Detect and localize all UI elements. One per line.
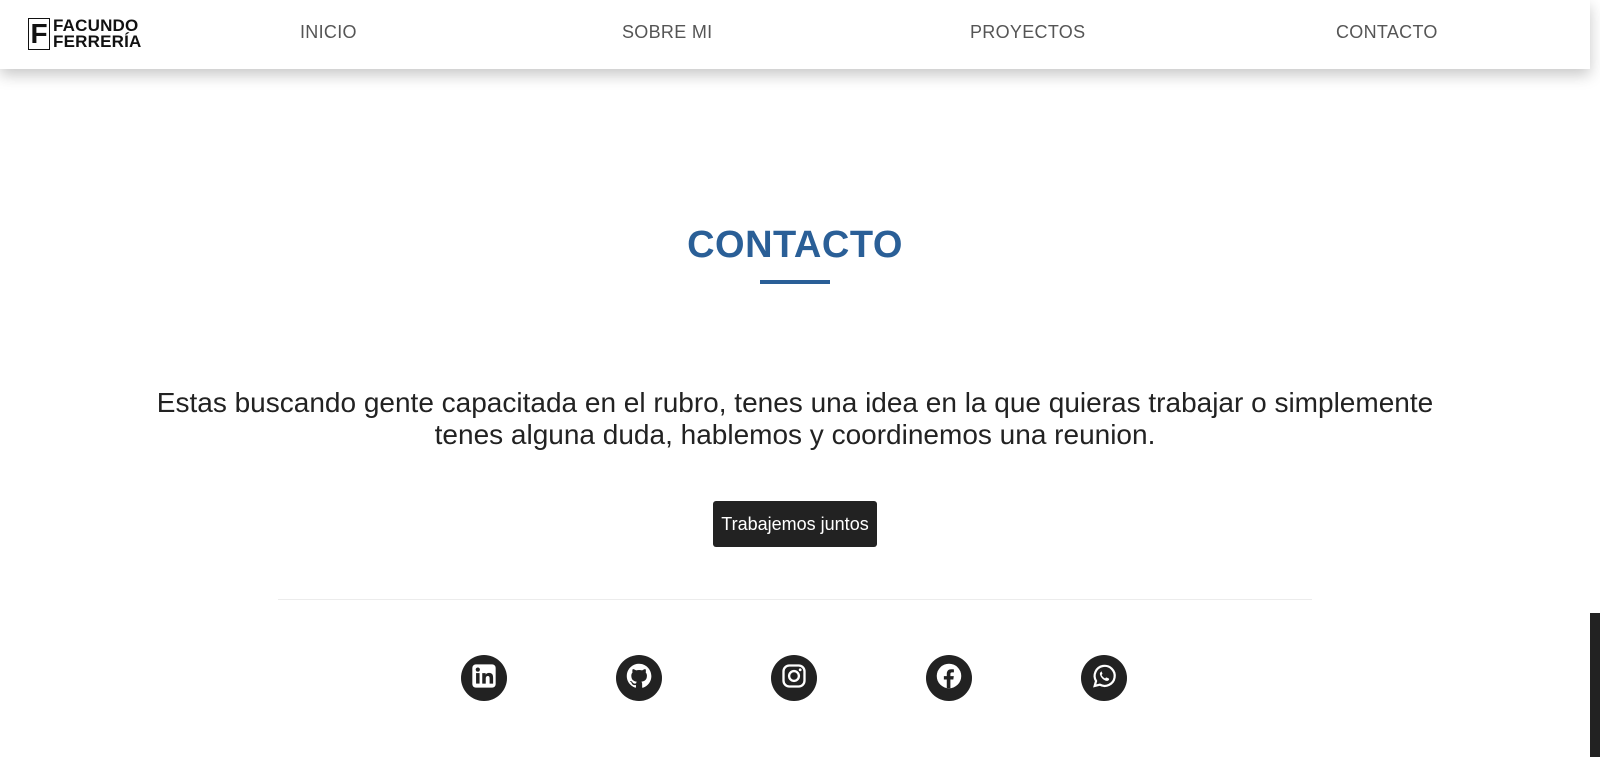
contact-intro-text: Estas buscando gente capacitada en el ru… <box>156 387 1434 450</box>
work-together-button[interactable]: Trabajemos juntos <box>713 501 877 547</box>
github-icon <box>625 662 653 695</box>
nav-item-proyectos[interactable]: PROYECTOS <box>970 22 1085 43</box>
instagram-link[interactable] <box>771 655 817 701</box>
contact-section: CONTACTO Estas buscando gente capacitada… <box>0 69 1590 757</box>
logo-mark: F <box>28 18 50 50</box>
facebook-icon <box>935 662 963 695</box>
whatsapp-icon <box>1090 662 1118 695</box>
title-underline <box>760 280 830 284</box>
nav-item-inicio[interactable]: INICIO <box>300 22 357 43</box>
facebook-link[interactable] <box>926 655 972 701</box>
linkedin-icon <box>470 662 498 695</box>
scrollbar-thumb[interactable] <box>1590 613 1600 757</box>
navbar: F FACUNDO FERRERÍA INICIO SOBRE MI PROYE… <box>0 0 1590 69</box>
github-link[interactable] <box>616 655 662 701</box>
brand-logo[interactable]: F FACUNDO FERRERÍA <box>28 16 142 52</box>
nav-item-sobre-mi[interactable]: SOBRE MI <box>622 22 712 43</box>
logo-line-2: FERRERÍA <box>53 32 142 51</box>
whatsapp-link[interactable] <box>1081 655 1127 701</box>
logo-text: FACUNDO FERRERÍA <box>53 17 142 51</box>
linkedin-link[interactable] <box>461 655 507 701</box>
instagram-icon <box>780 662 808 695</box>
nav-item-contacto[interactable]: CONTACTO <box>1336 22 1438 43</box>
divider <box>278 599 1312 600</box>
section-title: CONTACTO <box>687 224 903 266</box>
